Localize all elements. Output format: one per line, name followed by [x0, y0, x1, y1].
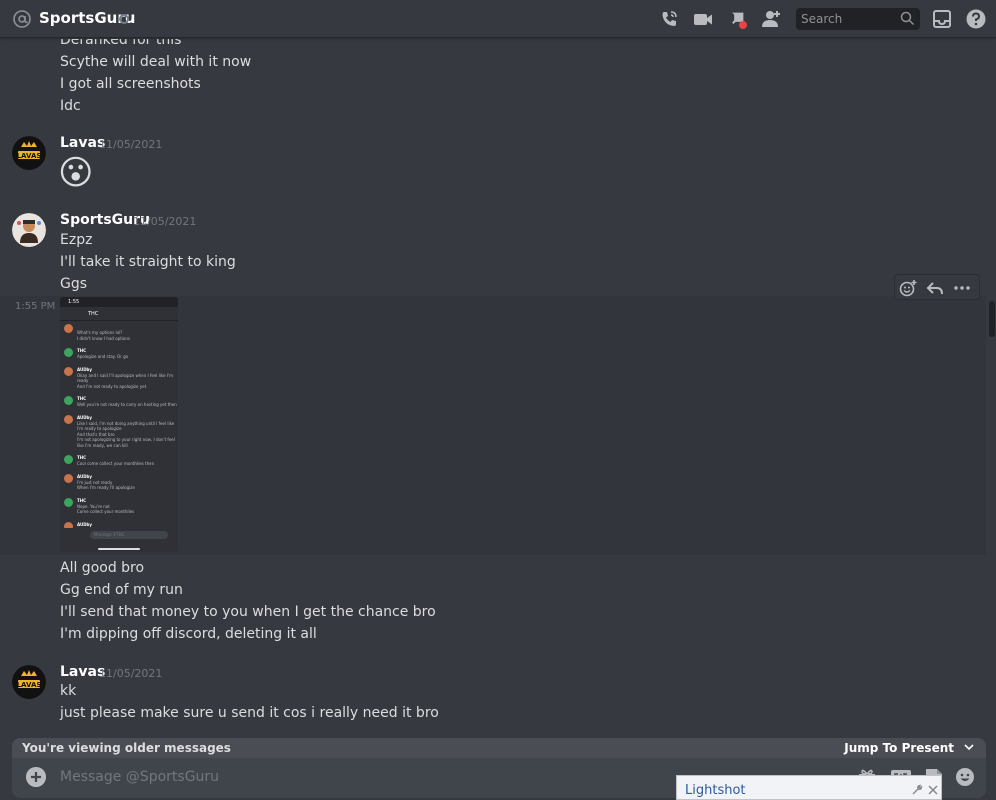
phone-message-text: I'm not apologizing to your right now, I… — [77, 437, 175, 442]
svg-text:LAVAS: LAVAS — [17, 681, 42, 689]
phone-message-text: ready — [77, 378, 89, 383]
inbox-icon[interactable] — [931, 8, 953, 30]
phone-message-text: Like I said, I'm not doing anything unti… — [77, 420, 175, 426]
phone-message-text: I'm ready to apologize — [77, 426, 122, 431]
older-messages-bar: You're viewing older messages Jump To Pr… — [12, 738, 986, 758]
phone-message-text: And that's that bro — [77, 431, 115, 437]
phone-message-author: THC — [77, 396, 87, 401]
message-actions-toolbar — [894, 274, 980, 300]
message-text: kk — [60, 683, 77, 699]
pinned-messages-icon[interactable] — [726, 8, 748, 30]
lightshot-popup[interactable]: Lightshot — [676, 775, 942, 800]
phone-status-bar: 1:55 — [60, 297, 178, 307]
message-text: just please make sure u send it cos i re… — [60, 705, 439, 721]
phone-message-author: AUDby — [77, 473, 93, 479]
phone-message-author: AUDby — [77, 414, 93, 420]
phone-message-text: Apologize and stay. Or go — [77, 354, 129, 359]
message-timestamp: 11/05/2021 — [133, 215, 197, 228]
phone-message-author: AUDby — [77, 521, 93, 527]
message-hover-time: 1:55 PM — [15, 301, 56, 312]
close-icon[interactable] — [927, 784, 939, 796]
older-messages-label: You're viewing older messages — [22, 741, 231, 755]
reply-icon[interactable] — [926, 279, 944, 297]
phone-channel-name: THC — [88, 311, 99, 317]
message-text: Gg end of my run — [60, 582, 183, 598]
offline-status-icon — [119, 14, 129, 24]
phone-message-text: What's my options lol? — [77, 330, 123, 335]
phone-home-indicator — [98, 548, 140, 550]
message-text: Idc — [60, 98, 81, 114]
message-input[interactable] — [60, 768, 620, 786]
phone-input-placeholder: Message #THC — [94, 532, 125, 537]
search-placeholder: Search — [801, 12, 843, 26]
phone-message-author: AUDby — [77, 366, 93, 372]
phone-message-text: I'm just not ready — [77, 479, 113, 485]
phone-time: 1:55 — [68, 299, 80, 305]
phone-message-text: I didn't know I had options — [77, 335, 130, 341]
message-text: Ggs — [60, 276, 88, 292]
lavas-avatar[interactable]: LAVAS — [12, 136, 46, 170]
chevron-down-icon[interactable] — [964, 743, 974, 751]
message-text: Scythe will deal with it now — [60, 54, 252, 70]
phone-avatar — [64, 324, 73, 333]
phone-avatar — [64, 348, 73, 357]
phone-composer: Message #THC — [60, 528, 178, 542]
message-text: I'll send that money to you when I get t… — [60, 604, 436, 620]
phone-message-text: Okay and I said I'll apologize when I fe… — [77, 372, 173, 378]
image-attachment[interactable]: 1:55 THC What's my options lol? I didn't … — [60, 297, 178, 552]
phone-avatar — [64, 497, 73, 507]
message-text: I'm dipping off discord, deleting it all — [60, 626, 317, 642]
message-scrollbar[interactable] — [988, 39, 996, 739]
message-text: I'll take it straight to king — [60, 254, 236, 270]
search-icon — [900, 11, 915, 26]
emoji-picker-icon[interactable] — [954, 767, 976, 787]
message-timestamp: 11/05/2021 — [99, 667, 163, 680]
svg-text:LAVAS: LAVAS — [17, 152, 42, 160]
phone-message-text: Cool come collect your monthlies then — [77, 461, 155, 466]
phone-message-author: THC — [77, 348, 87, 353]
phone-message-author: THC — [77, 455, 87, 460]
message-timestamp: 11/05/2021 — [99, 138, 163, 151]
add-reaction-icon[interactable] — [899, 279, 917, 297]
message-text: Deranked for this — [60, 39, 182, 48]
add-friends-to-dm-icon[interactable] — [760, 8, 782, 30]
phone-avatar — [64, 414, 73, 424]
phone-message-text: And I'm not ready to apologize yet — [77, 383, 147, 389]
message-text: All good bro — [60, 560, 145, 576]
message-text: Ezpz — [60, 232, 93, 248]
lightshot-title: Lightshot — [685, 783, 746, 798]
message-text: I got all screenshots — [60, 76, 201, 92]
phone-message-text: When I'm ready I'll apologize — [77, 485, 135, 490]
jump-to-present-button[interactable]: Jump To Present — [844, 741, 954, 755]
phone-avatar — [64, 366, 73, 376]
add-attachment-icon[interactable] — [26, 767, 46, 787]
sportsguru-avatar[interactable] — [12, 213, 46, 247]
lavas-avatar[interactable]: LAVAS — [12, 665, 46, 699]
emoji-message: 😮 — [58, 153, 94, 193]
video-call-icon[interactable] — [692, 8, 714, 30]
help-icon[interactable] — [965, 8, 987, 30]
phone-chat-header: THC — [60, 307, 178, 321]
phone-message-author: THC — [77, 497, 87, 503]
phone-message-text: Well you're not ready to carry on hostin… — [77, 402, 177, 407]
phone-message-text: like I'm ready, we can kill — [77, 442, 128, 448]
phone-avatar — [64, 473, 73, 483]
at-sign-icon — [13, 10, 31, 28]
phone-message-text: Come collect your monthlies — [77, 509, 135, 514]
scrollbar-thumb[interactable] — [989, 301, 995, 337]
voice-call-icon[interactable] — [658, 8, 680, 30]
phone-avatar — [64, 396, 73, 405]
wrench-icon[interactable] — [911, 784, 923, 796]
phone-avatar — [64, 455, 73, 464]
more-options-icon[interactable] — [953, 279, 971, 297]
channel-header: SportsGuru Search — [0, 0, 996, 38]
phone-message-text: Nope. You're not — [77, 503, 110, 509]
search-box[interactable]: Search — [796, 8, 920, 30]
